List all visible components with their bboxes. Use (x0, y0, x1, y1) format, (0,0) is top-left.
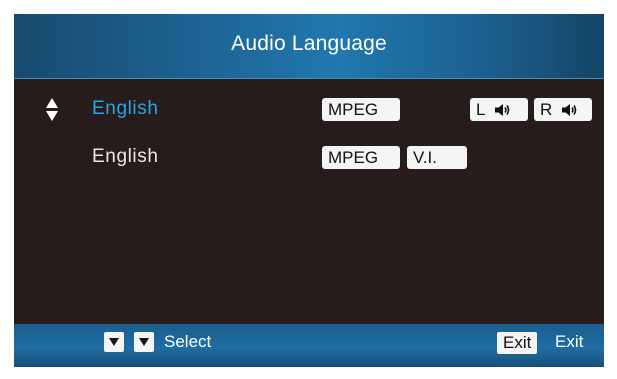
dialog-header: Audio Language (14, 14, 604, 79)
visually-impaired-badge: V.I. (407, 146, 467, 169)
down-arrow-icon[interactable] (134, 332, 154, 352)
codec-badge: MPEG (322, 98, 400, 121)
audio-track-row-1[interactable]: English MPEG L R (14, 96, 604, 124)
left-channel-label: L (476, 100, 485, 119)
speaker-icon (561, 103, 578, 117)
left-channel-badge: L (470, 98, 528, 121)
right-channel-label: R (540, 100, 553, 119)
right-channel-badge: R (534, 98, 592, 121)
select-hint-label: Select (164, 332, 212, 351)
up-down-arrows-icon (44, 98, 60, 124)
dialog-title: Audio Language (231, 32, 387, 55)
audio-language-dialog: Audio Language English MPEG L R English … (14, 14, 604, 367)
codec-badge: MPEG (322, 146, 400, 169)
exit-hint-label: Exit (555, 332, 584, 351)
exit-key-button[interactable]: Exit (497, 332, 538, 354)
audio-track-row-2[interactable]: English MPEG V.I. (14, 144, 604, 172)
track-language: English (92, 146, 159, 167)
speaker-icon (494, 103, 511, 117)
track-language: English (92, 98, 159, 119)
down-arrow-icon[interactable] (104, 332, 124, 352)
